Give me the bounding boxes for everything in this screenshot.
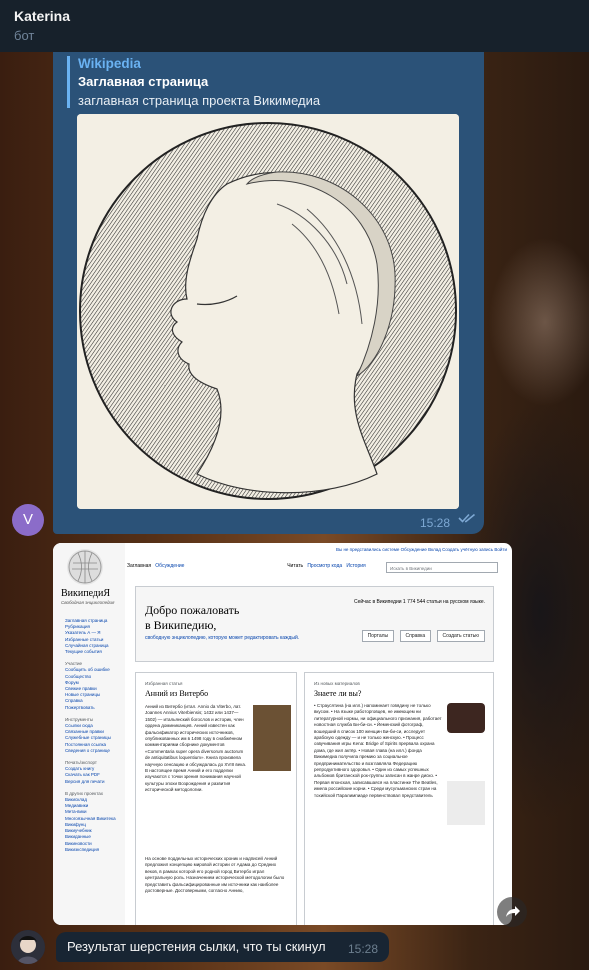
did-you-know-panel: Из новых материалов Знаете ли вы? • Стра… — [304, 672, 494, 925]
dyk-title: Знаете ли вы? — [314, 689, 362, 698]
message-time-2: 15:28 — [347, 942, 378, 956]
message-time: 15:28 — [419, 516, 450, 530]
preview-site-name: Wikipedia — [78, 56, 141, 71]
featured-text-2: На основе поддельных исторических хроник… — [145, 856, 285, 894]
link-preview-message[interactable]: Wikipedia Заглавная страница заглавная с… — [53, 52, 484, 534]
wiki-nav-link[interactable]: Викиэкспедиция — [65, 847, 123, 853]
sender-avatar[interactable]: V — [12, 504, 44, 536]
featured-article-panel: Избранная статья Анний из Витербо Анний … — [135, 672, 297, 925]
chat-header[interactable]: Katerina бот — [0, 0, 589, 52]
featured-text: Анний из Витербо (итал. Annio da Viterbo… — [145, 704, 247, 793]
forward-button[interactable] — [497, 897, 527, 927]
message-text: Результат шерстения сылки, что ты скинул — [67, 939, 326, 954]
dyk-label: Из новых материалов — [314, 681, 360, 686]
wiki-nav-link[interactable]: Текущие события — [65, 649, 123, 655]
dyk-thumbnail-food[interactable] — [447, 703, 485, 733]
sender-avatar-2[interactable] — [11, 930, 45, 964]
wiki-welcome-banner: Добро пожаловать в Википедию, свободную … — [135, 586, 494, 662]
wiki-logo-text: ВикипедиЯ — [61, 588, 110, 599]
wiki-top-bar: Вы не представились системе Обсуждение В… — [125, 543, 512, 573]
wiki-nav-link[interactable]: Многоязычная Викитека — [65, 816, 123, 822]
wikipedia-globe-logo-icon[interactable] — [67, 549, 103, 585]
chat-status: бот — [14, 28, 35, 43]
text-message[interactable]: Результат шерстения сылки, что ты скинул… — [56, 932, 389, 962]
featured-title: Анний из Витербо — [145, 689, 209, 698]
create-article-button[interactable]: Создать статью — [436, 630, 485, 642]
portals-button[interactable]: Порталы — [361, 630, 395, 642]
link-preview[interactable]: Wikipedia Заглавная страница заглавная с… — [67, 56, 470, 108]
wiki-sidebar: ВикипедиЯ Свободная энциклопедия Заглавн… — [53, 543, 125, 925]
article-count: Сейчас в Википедии 1 774 544 статьи на р… — [354, 599, 485, 605]
welcome-heading-2[interactable]: в Википедию, — [145, 618, 216, 633]
tab-main[interactable]: Заглавная — [127, 563, 151, 569]
featured-portrait-image[interactable] — [253, 705, 291, 771]
help-button[interactable]: Справка — [399, 630, 432, 642]
welcome-heading: Добро пожаловать — [145, 603, 240, 617]
preview-title: Заглавная страница — [78, 74, 209, 89]
tab-read[interactable]: Читать — [287, 563, 303, 569]
wiki-nav-link[interactable]: Пожертвовать — [65, 705, 123, 711]
wiki-nav-list: Заглавная страница Рубрикация Указатель … — [65, 618, 123, 853]
wiki-search-input[interactable]: Искать в Википедии — [386, 562, 498, 573]
tab-view-source[interactable]: Просмотр кода — [307, 563, 342, 569]
read-checkmarks-icon — [458, 510, 476, 528]
wiki-tabs: Заглавная Обсуждение Читать Просмотр код… — [127, 563, 366, 569]
wiki-logo-subtitle: Свободная энциклопедия — [61, 600, 115, 605]
chat-title: Katerina — [14, 8, 71, 24]
dyk-list: • Страусятина (на илл.) напоминает говяд… — [314, 703, 442, 798]
wiki-user-links[interactable]: Вы не представились системе Обсуждение В… — [336, 547, 507, 552]
featured-label: Избранная статья — [145, 681, 183, 686]
preview-image[interactable] — [77, 114, 459, 509]
welcome-subtitle[interactable]: свободную энциклопедию, которую может ре… — [145, 635, 305, 642]
tab-talk[interactable]: Обсуждение — [155, 563, 184, 569]
forward-arrow-icon — [506, 906, 520, 917]
wiki-nav-link[interactable]: Версия для печати — [65, 779, 123, 785]
tab-history[interactable]: История — [346, 563, 365, 569]
wiki-nav-link[interactable]: Сведения о странице — [65, 748, 123, 754]
preview-description: заглавная страница проекта Викимедиа — [78, 93, 321, 108]
welcome-buttons: Порталы Справка Создать статью — [358, 630, 485, 642]
engraving-portrait-image — [77, 114, 459, 509]
screenshot-image-message[interactable]: ВикипедиЯ Свободная энциклопедия Заглавн… — [53, 543, 512, 925]
dyk-thumbnail-person[interactable] — [447, 781, 485, 825]
